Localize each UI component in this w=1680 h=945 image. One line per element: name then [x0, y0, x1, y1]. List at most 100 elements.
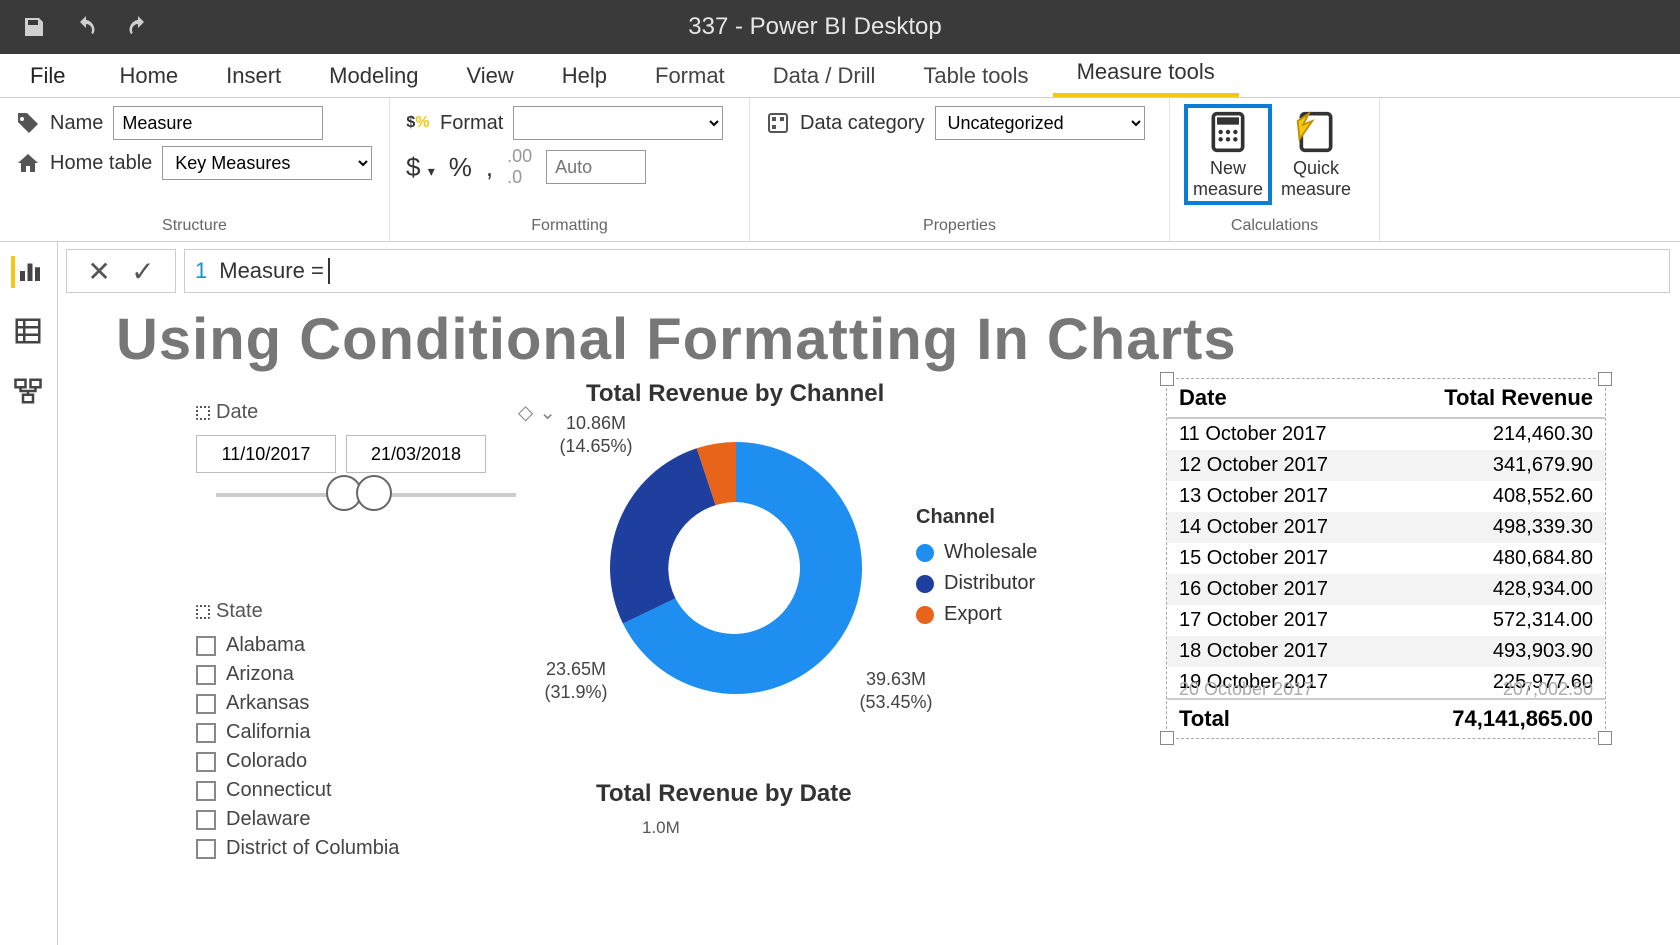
- group-properties: Properties: [766, 217, 1153, 237]
- tab-table-tools[interactable]: Table tools: [899, 53, 1052, 97]
- tab-data-drill[interactable]: Data / Drill: [749, 53, 900, 97]
- table-row[interactable]: 17 October 2017572,314.00: [1167, 605, 1605, 636]
- percent-button[interactable]: %: [449, 152, 472, 183]
- data-category-select[interactable]: Uncategorized: [935, 106, 1145, 140]
- currency-button[interactable]: $ ▾: [406, 152, 435, 183]
- group-structure: Structure: [16, 217, 373, 237]
- line-chart-title: Total Revenue by Date: [596, 780, 852, 808]
- resize-handle[interactable]: [1160, 372, 1174, 386]
- table-row[interactable]: 18 October 2017493,903.90: [1167, 636, 1605, 667]
- table-row[interactable]: 14 October 2017498,339.30: [1167, 512, 1605, 543]
- state-slicer[interactable]: State AlabamaArizonaArkansasCaliforniaCo…: [196, 600, 556, 863]
- ribbon-tabs: File Home Insert Modeling View Help Form…: [0, 54, 1680, 98]
- state-item[interactable]: California: [196, 718, 556, 747]
- state-slicer-header: State: [216, 600, 263, 623]
- data-category-label: Data category: [800, 112, 925, 135]
- tab-home[interactable]: Home: [95, 53, 202, 97]
- report-view-button[interactable]: [11, 256, 47, 288]
- tab-modeling[interactable]: Modeling: [305, 53, 442, 97]
- name-input[interactable]: [113, 106, 323, 140]
- view-switcher: [0, 242, 58, 945]
- checkbox-icon[interactable]: [196, 839, 216, 859]
- checkbox-icon[interactable]: [196, 752, 216, 772]
- date-slicer-header: Date: [216, 401, 258, 424]
- table-row[interactable]: 16 October 2017428,934.00: [1167, 574, 1605, 605]
- slicer-handle-icon: [196, 406, 210, 420]
- table-visual[interactable]: Date Total Revenue 11 October 2017214,46…: [1166, 378, 1606, 739]
- table-header: Date Total Revenue: [1167, 379, 1605, 419]
- donut-label-export: 10.86M(14.65%): [526, 412, 666, 457]
- checkbox-icon[interactable]: [196, 694, 216, 714]
- quick-measure-button[interactable]: Quick measure: [1274, 106, 1358, 203]
- group-formatting: Formatting: [406, 217, 733, 237]
- checkbox-icon[interactable]: [196, 781, 216, 801]
- line-chart-ytick: 1.0M: [642, 818, 680, 838]
- decimal-button[interactable]: .00.0: [507, 146, 532, 188]
- tab-help[interactable]: Help: [538, 53, 631, 97]
- state-item[interactable]: Connecticut: [196, 776, 556, 805]
- donut-label-wholesale: 39.63M(53.45%): [826, 668, 966, 713]
- state-item[interactable]: Arkansas: [196, 689, 556, 718]
- tab-file[interactable]: File: [6, 53, 95, 97]
- new-measure-button[interactable]: New measure: [1186, 106, 1270, 203]
- format-label: Format: [440, 112, 503, 135]
- donut-legend: Channel Wholesale Distributor Export: [916, 506, 1037, 630]
- tab-measure-tools[interactable]: Measure tools: [1053, 49, 1239, 97]
- resize-handle[interactable]: [1598, 731, 1612, 745]
- table-row[interactable]: 13 October 2017408,552.60: [1167, 481, 1605, 512]
- calculator-icon: [1206, 110, 1250, 154]
- group-calculations: Calculations: [1186, 217, 1363, 237]
- legend-swatch-icon: [916, 606, 934, 624]
- table-row[interactable]: 15 October 2017480,684.80: [1167, 543, 1605, 574]
- home-table-label: Home table: [50, 152, 152, 175]
- report-title: Using Conditional Formatting In Charts: [66, 300, 1676, 383]
- thousands-button[interactable]: ,: [486, 152, 493, 183]
- resize-handle[interactable]: [1598, 372, 1612, 386]
- donut-chart[interactable]: Total Revenue by Channel 10.86M(14.65%) …: [586, 380, 1146, 718]
- data-view-button[interactable]: [13, 316, 45, 348]
- data-category-icon: [766, 111, 790, 135]
- slider-thumb-to[interactable]: [356, 475, 392, 511]
- home-table-select[interactable]: Key Measures: [162, 146, 372, 180]
- table-row-clipped: 20 October 2017207,002.50: [1179, 679, 1593, 700]
- cancel-formula-icon[interactable]: ✕: [87, 255, 110, 288]
- state-item[interactable]: District of Columbia: [196, 834, 556, 863]
- table-row[interactable]: 12 October 2017341,679.90: [1167, 450, 1605, 481]
- title-bar: 337 - Power BI Desktop: [0, 0, 1680, 54]
- date-slicer[interactable]: Date ◇ ⌄: [196, 400, 556, 497]
- home-icon: [16, 151, 40, 175]
- tag-icon: [16, 111, 40, 135]
- state-item[interactable]: Arizona: [196, 660, 556, 689]
- formula-input[interactable]: 1 Measure =: [184, 249, 1670, 293]
- state-item[interactable]: Delaware: [196, 805, 556, 834]
- table-row[interactable]: 11 October 2017214,460.30: [1167, 419, 1605, 450]
- tab-view[interactable]: View: [442, 53, 537, 97]
- window-title: 337 - Power BI Desktop: [0, 13, 1680, 41]
- resize-handle[interactable]: [1160, 731, 1174, 745]
- model-view-button[interactable]: [13, 376, 45, 408]
- donut-label-distributor: 23.65M(31.9%): [506, 658, 646, 703]
- tab-format[interactable]: Format: [631, 53, 749, 97]
- formula-bar: ✕ ✓ 1 Measure =: [66, 248, 1670, 294]
- checkbox-icon[interactable]: [196, 665, 216, 685]
- commit-formula-icon[interactable]: ✓: [131, 255, 154, 288]
- checkbox-icon[interactable]: [196, 810, 216, 830]
- state-item[interactable]: Colorado: [196, 747, 556, 776]
- state-item[interactable]: Alabama: [196, 631, 556, 660]
- ribbon-body: Name Home table Key Measures Structure $…: [0, 98, 1680, 242]
- checkbox-icon[interactable]: [196, 723, 216, 743]
- name-label: Name: [50, 112, 103, 135]
- decimal-places-input[interactable]: [546, 150, 646, 184]
- legend-swatch-icon: [916, 575, 934, 593]
- report-canvas: Using Conditional Formatting In Charts D…: [66, 300, 1676, 945]
- slicer-handle-icon: [196, 605, 210, 619]
- date-from-input[interactable]: [196, 435, 336, 473]
- donut-title: Total Revenue by Channel: [586, 380, 1146, 408]
- date-to-input[interactable]: [346, 435, 486, 473]
- tab-insert[interactable]: Insert: [202, 53, 305, 97]
- date-slider[interactable]: [216, 493, 516, 497]
- format-select[interactable]: [513, 106, 723, 140]
- legend-swatch-icon: [916, 544, 934, 562]
- quick-calculator-icon: [1294, 110, 1338, 154]
- checkbox-icon[interactable]: [196, 636, 216, 656]
